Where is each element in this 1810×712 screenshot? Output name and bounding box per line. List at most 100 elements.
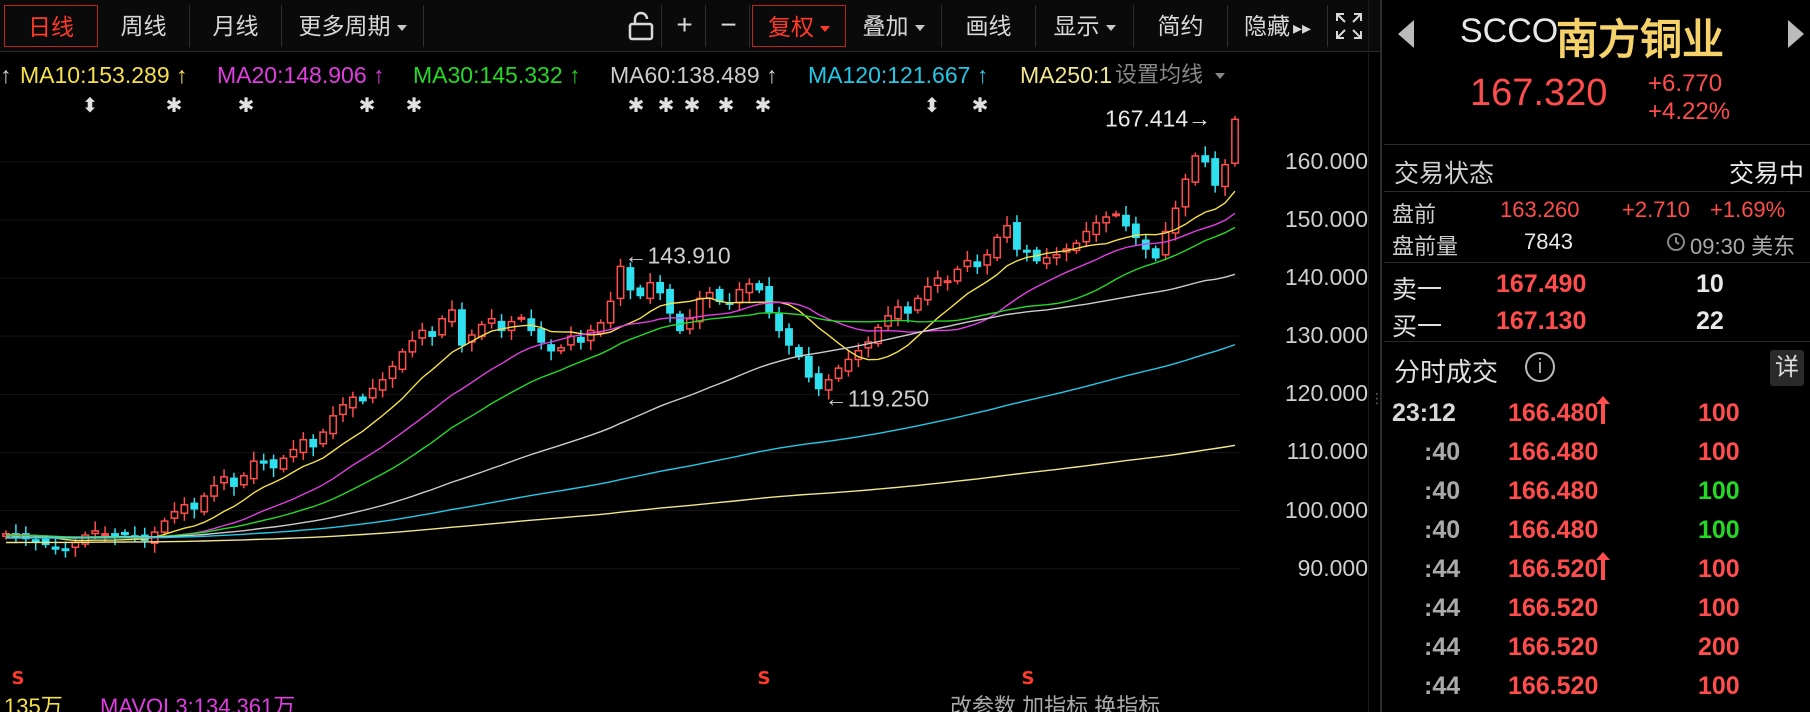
candle-body	[933, 277, 942, 287]
quote-panel: SCCO 南方铜业 167.320 +6.770 +4.22% 交易状态 交易中…	[1384, 0, 1810, 712]
candle-body	[507, 320, 516, 332]
candle-body	[963, 259, 972, 268]
fullscreen-icon[interactable]	[1328, 5, 1370, 47]
tick-volume: 100	[1698, 477, 1740, 505]
tick-time: :44	[1424, 672, 1461, 700]
period-day-tab[interactable]: 日线	[4, 5, 98, 47]
candle-body	[537, 328, 546, 343]
ma120-legend: MA120:121.667 ↑	[808, 62, 989, 88]
candle-body	[1112, 213, 1120, 217]
candle-body	[1082, 230, 1091, 243]
candle-body	[180, 504, 189, 514]
bid-size: 22	[1696, 307, 1724, 335]
chart-toolbar: 日线 周线 月线 更多周期 + − 复权 叠加 画线 显示 简约 隐藏 ▸▸	[0, 0, 1380, 52]
event-marker-icon: ✱	[406, 93, 423, 117]
draw-line-button[interactable]: 画线	[942, 5, 1036, 47]
ask-size: 10	[1696, 270, 1724, 298]
candle-body	[616, 265, 625, 300]
company-name: 南方铜业	[1556, 16, 1725, 63]
candle-body	[61, 548, 70, 552]
display-dropdown[interactable]: 显示	[1036, 5, 1134, 47]
ask-row: 卖一 167.490 10	[1384, 266, 1810, 304]
panel-divider[interactable]	[1380, 0, 1382, 712]
event-marker-icon: ✱	[684, 93, 701, 117]
ma-settings-button[interactable]: 设置均线	[1115, 58, 1226, 92]
tick-row: :44 166.520 100	[1384, 668, 1810, 707]
premarket-volume: 7843	[1524, 229, 1573, 254]
trading-status-label: 交易状态	[1394, 160, 1495, 188]
zoom-in-icon[interactable]: +	[664, 5, 706, 47]
ma60-value: MA60:138.489	[610, 62, 760, 88]
ma10-value: MA10:153.289	[20, 62, 170, 88]
premarket-price: 163.260	[1500, 197, 1580, 222]
tick-price: 166.520	[1508, 552, 1611, 584]
event-marker-icon: ✱	[166, 93, 183, 117]
ma20-value: MA20:148.906	[217, 62, 367, 88]
detail-button[interactable]: 详	[1770, 350, 1804, 386]
tick-time: :44	[1424, 555, 1461, 583]
tick-time: 23:12	[1392, 399, 1456, 427]
price-axis-tick: 140.000	[1284, 264, 1368, 291]
candle-body	[408, 340, 417, 353]
candle-body	[993, 236, 1002, 259]
event-marker-icon: ✱	[755, 93, 772, 117]
candle-body	[695, 297, 704, 323]
split-marker-icon: S	[12, 668, 25, 689]
overlay-dropdown[interactable]: 叠加	[846, 5, 942, 47]
last-price: 167.320	[1470, 72, 1608, 114]
period-week-tab[interactable]: 周线	[98, 5, 190, 47]
ma250-value: MA250:1	[1020, 62, 1113, 88]
tick-volume: 100	[1698, 555, 1740, 583]
hide-button[interactable]: 隐藏 ▸▸	[1228, 5, 1328, 47]
premarket-label: 盘前	[1392, 202, 1437, 227]
premarket-block: 盘前 163.260 +2.710 +1.69% 盘前量 7843 09:30 …	[1384, 193, 1810, 263]
display-label: 显示	[1053, 13, 1100, 39]
price-axis-tick: 110.000	[1286, 438, 1368, 465]
candle-body	[368, 387, 377, 399]
candle-body	[894, 306, 902, 320]
candle-body	[1092, 222, 1101, 236]
period-month-tab[interactable]: 月线	[190, 5, 282, 47]
next-stock-icon[interactable]	[1788, 20, 1804, 48]
split-marker-icon: S	[1022, 668, 1035, 689]
simple-mode-button[interactable]: 简约	[1134, 5, 1228, 47]
candle-body	[249, 460, 258, 480]
premarket-change: +2.710	[1622, 197, 1690, 222]
tick-row: :40 166.480 100	[1384, 434, 1810, 473]
candle-body	[923, 286, 932, 301]
clock-icon	[1666, 229, 1686, 255]
candle-body	[804, 355, 813, 378]
more-periods-dropdown[interactable]: 更多周期	[282, 5, 424, 47]
ma-line-ma250	[6, 444, 1236, 544]
ma-settings-label: 设置均线	[1115, 62, 1204, 87]
event-marker-icon: ✱	[658, 93, 675, 117]
candle-body	[121, 531, 129, 536]
candle-body	[210, 484, 219, 497]
ma60-legend: MA60:138.489 ↑	[610, 62, 778, 88]
tick-time: :44	[1424, 594, 1461, 622]
candle-body	[190, 502, 199, 510]
candle-body	[111, 533, 119, 537]
unlock-icon[interactable]	[620, 5, 662, 47]
candle-body	[279, 457, 288, 470]
adjust-price-dropdown[interactable]: 复权	[752, 5, 846, 47]
tick-price: 166.520	[1508, 672, 1599, 700]
zoom-out-icon[interactable]: −	[708, 5, 750, 47]
candle-body	[943, 280, 952, 284]
tick-time: :40	[1424, 477, 1461, 505]
candle-body	[170, 511, 179, 519]
trading-status-row: 交易状态 交易中	[1384, 146, 1810, 192]
hide-label: 隐藏	[1243, 13, 1290, 39]
candle-body	[1211, 158, 1220, 186]
info-icon[interactable]: i	[1525, 352, 1555, 382]
indicator-controls[interactable]: 改参数 加指标 换指标	[950, 693, 1160, 712]
previous-stock-icon[interactable]	[1398, 20, 1414, 48]
candle-body	[547, 344, 556, 352]
candle-body	[656, 281, 665, 294]
price-axis-tick: 120.000	[1284, 380, 1368, 407]
candlestick-chart[interactable]: 167.414→ ←143.910 ←119.250 ⬍ ✱ ✱ ✱ ✱ ✱ ✱ ✱ ✱ ✱ ⬍ ✱ S S S	[0, 92, 1240, 692]
candle-body	[755, 283, 764, 291]
candle-body	[1201, 155, 1210, 163]
more-periods-label: 更多周期	[298, 13, 391, 39]
candle-body	[814, 373, 823, 390]
